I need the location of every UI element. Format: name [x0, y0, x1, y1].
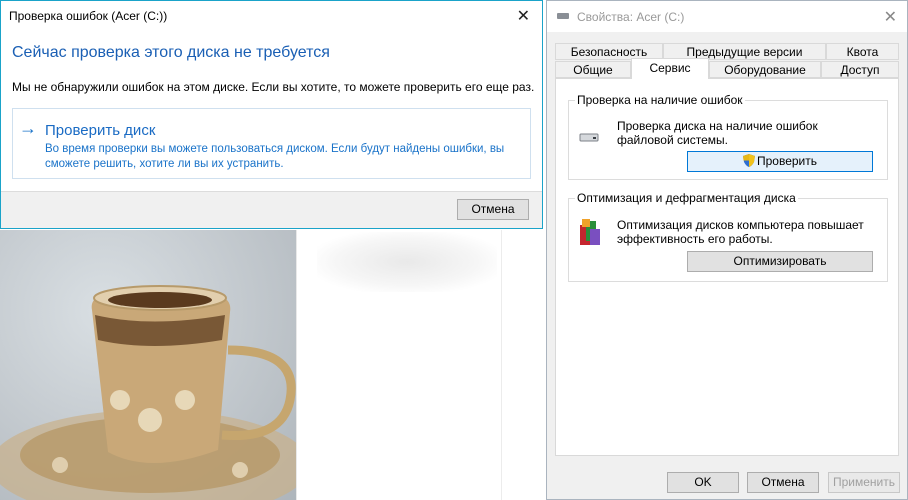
tab-hardware[interactable]: Оборудование: [709, 61, 821, 78]
close-icon[interactable]: ✕: [517, 6, 530, 26]
uac-shield-icon: [742, 154, 755, 167]
dialog-footer: Отмена: [1, 191, 542, 228]
check-disk-label: Проверить диск: [45, 122, 156, 139]
tab-service[interactable]: Сервис: [631, 58, 709, 79]
error-check-group: Проверка на наличие ошибок Проверка диск…: [568, 93, 888, 180]
optimize-button[interactable]: Оптимизировать: [687, 251, 873, 272]
check-button-label: Проверить: [756, 154, 817, 168]
tab-sharing[interactable]: Доступ: [821, 61, 899, 78]
cancel-button[interactable]: Отмена: [457, 199, 529, 220]
error-check-legend: Проверка на наличие ошибок: [575, 93, 745, 107]
optimize-text: Оптимизация дисков компьютера повышает э…: [617, 218, 864, 246]
optimize-legend: Оптимизация и дефрагментация диска: [575, 191, 798, 205]
properties-titlebar[interactable]: Свойства: Acer (C:) ✕: [547, 1, 907, 32]
close-icon[interactable]: ✕: [884, 7, 897, 27]
arrow-right-icon: →: [19, 118, 37, 138]
dialog-heading: Сейчас проверка этого диска не требуется: [12, 44, 330, 61]
defrag-icon: [580, 219, 600, 245]
check-disk-action[interactable]: → Проверить диск Во время проверки вы мо…: [12, 108, 531, 179]
tab-general[interactable]: Общие: [555, 61, 631, 78]
optimize-group: Оптимизация и дефрагментация диска Оптим…: [568, 191, 888, 282]
drive-icon: [579, 133, 599, 142]
properties-title: Свойства: Acer (C:): [577, 10, 685, 24]
blurred-text: [317, 232, 497, 292]
background-document: [296, 230, 547, 500]
cancel-button[interactable]: Отмена: [747, 472, 819, 493]
apply-button[interactable]: Применить: [828, 472, 900, 493]
dialog-titlebar[interactable]: Проверка ошибок (Acer (C:)) ✕: [1, 1, 542, 31]
error-check-text: Проверка диска на наличие ошибок файлово…: [617, 119, 818, 147]
dialog-message: Мы не обнаружили ошибок на этом диске. Е…: [12, 80, 535, 94]
tea-glass-image: [0, 285, 296, 500]
service-tab-panel: Проверка на наличие ошибок Проверка диск…: [555, 78, 899, 456]
tab-quota[interactable]: Квота: [826, 43, 899, 60]
properties-window: Свойства: Acer (C:) ✕ Безопасность Преды…: [546, 0, 908, 500]
error-check-dialog: Проверка ошибок (Acer (C:)) ✕ Сейчас про…: [0, 0, 543, 229]
drive-icon: [557, 13, 569, 19]
check-button[interactable]: Проверить: [687, 151, 873, 172]
check-disk-description: Во время проверки вы можете пользоваться…: [45, 143, 505, 170]
page-rule: [501, 230, 502, 500]
dialog-title: Проверка ошибок (Acer (C:)): [9, 9, 168, 23]
ok-button[interactable]: OK: [667, 472, 739, 493]
background-photo: [0, 230, 296, 500]
